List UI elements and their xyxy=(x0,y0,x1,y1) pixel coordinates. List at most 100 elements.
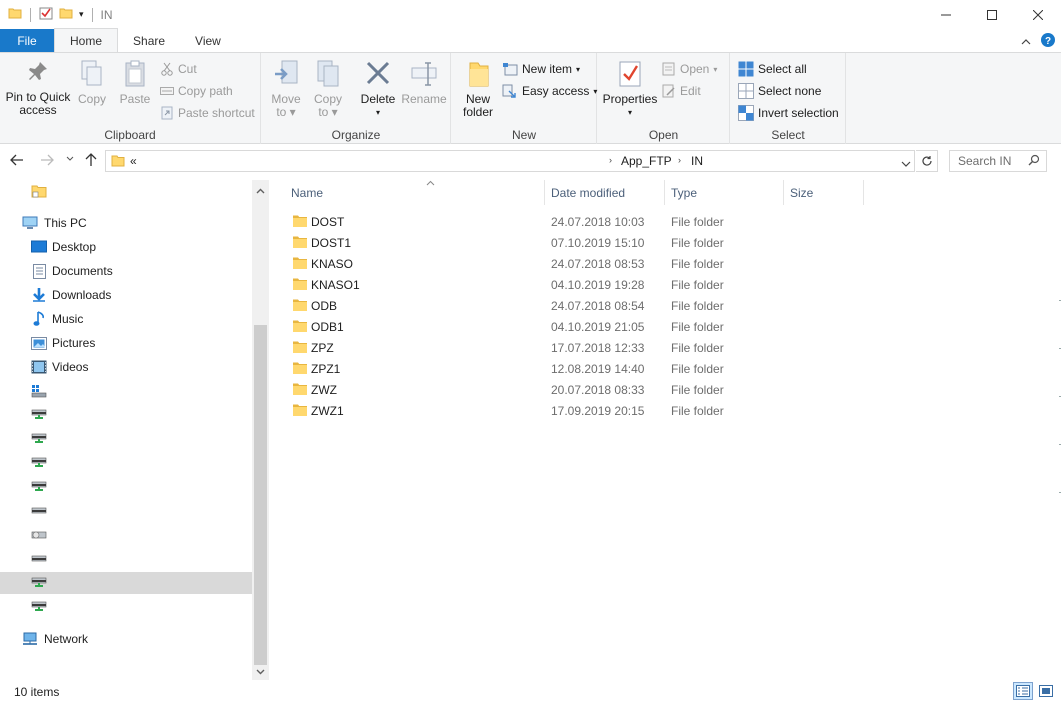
open-button[interactable]: Open ▾ xyxy=(662,60,717,78)
file-type: File folder xyxy=(671,214,724,229)
clipboard-group: Pin to Quick access Copy Paste Cut Copy … xyxy=(0,53,261,144)
search-input[interactable]: Search IN xyxy=(958,154,1011,168)
address-history-button[interactable] xyxy=(901,157,911,171)
close-icon xyxy=(1033,9,1043,20)
breadcrumb-app-ftp[interactable]: App_FTP xyxy=(621,154,672,168)
nav-item-network-drive[interactable] xyxy=(0,404,252,426)
properties-icon xyxy=(619,61,641,87)
nav-pane-scrollbar[interactable] xyxy=(252,180,269,680)
arrow-left-icon xyxy=(10,154,23,166)
table-row[interactable]: ZPZ1 12.08.2019 14:40 File folder xyxy=(285,358,785,379)
properties-checkmark-icon[interactable] xyxy=(39,6,53,23)
easy-access-button[interactable]: Easy access ▾ xyxy=(502,82,597,100)
breadcrumb-in[interactable]: IN xyxy=(691,154,703,168)
delete-x-icon xyxy=(366,61,390,85)
nav-item-quick-access-folder[interactable] xyxy=(0,180,252,202)
tab-view[interactable]: View xyxy=(180,29,236,52)
nav-item-network-drive[interactable] xyxy=(0,428,252,450)
properties-dropdown-icon: ▾ xyxy=(627,108,632,117)
scrollbar-thumb[interactable] xyxy=(254,325,267,665)
new-folder-icon[interactable] xyxy=(59,6,73,23)
table-row[interactable]: ZPZ 17.07.2018 12:33 File folder xyxy=(285,337,785,358)
nav-item-desktop[interactable]: Desktop xyxy=(0,236,252,258)
minimize-button[interactable] xyxy=(923,0,969,29)
scroll-down-button[interactable] xyxy=(252,663,269,680)
pin-to-quick-access-button[interactable]: Pin to Quick access xyxy=(4,59,72,117)
edit-button[interactable]: Edit xyxy=(662,82,701,100)
nav-item-documents[interactable]: Documents xyxy=(0,260,252,282)
nav-item-drive[interactable] xyxy=(0,500,252,522)
large-icons-view-button[interactable] xyxy=(1036,682,1056,700)
help-button[interactable]: ? xyxy=(1041,33,1055,50)
back-button[interactable] xyxy=(10,153,24,169)
forward-button[interactable] xyxy=(40,153,54,169)
chevron-right-icon[interactable]: › xyxy=(609,155,612,165)
table-row[interactable]: KNASO1 04.10.2019 19:28 File folder xyxy=(285,274,785,295)
search-icon[interactable] xyxy=(1028,154,1040,169)
recent-locations-button[interactable] xyxy=(66,154,74,164)
table-row[interactable]: DOST1 07.10.2019 15:10 File folder xyxy=(285,232,785,253)
nav-item-drive[interactable] xyxy=(0,548,252,570)
nav-item-network-drive[interactable] xyxy=(0,596,252,618)
close-button[interactable] xyxy=(1015,0,1061,29)
select-all-button[interactable]: Select all xyxy=(738,60,807,78)
select-none-button[interactable]: Select none xyxy=(738,82,821,100)
table-row[interactable]: ODB1 04.10.2019 21:05 File folder xyxy=(285,316,785,337)
file-type: File folder xyxy=(671,382,724,397)
chevron-right-icon[interactable]: › xyxy=(678,155,681,165)
move-to-button[interactable]: Move to ▾ xyxy=(268,59,304,119)
paste-shortcut-button[interactable]: Paste shortcut xyxy=(160,104,255,122)
collapse-ribbon-button[interactable] xyxy=(1021,35,1031,49)
rename-button[interactable]: Rename xyxy=(401,59,447,106)
nav-item-pictures[interactable]: Pictures xyxy=(0,332,252,354)
nav-item-downloads[interactable]: Downloads xyxy=(0,284,252,306)
details-view-button[interactable] xyxy=(1013,682,1033,700)
table-row[interactable]: DOST 24.07.2018 10:03 File folder xyxy=(285,211,785,232)
search-box[interactable]: Search IN xyxy=(949,150,1047,172)
maximize-button[interactable] xyxy=(969,0,1015,29)
window-controls xyxy=(923,0,1061,29)
cut-button[interactable]: Cut xyxy=(160,60,197,78)
column-header-date-modified[interactable]: Date modified xyxy=(545,180,665,205)
nav-item-network-drive-selected[interactable] xyxy=(0,572,252,594)
nav-item-drive[interactable] xyxy=(0,524,252,546)
refresh-button[interactable] xyxy=(916,150,938,172)
qat-dropdown-icon[interactable]: ▾ xyxy=(79,9,84,20)
copy-to-button[interactable]: Copy to ▾ xyxy=(310,59,346,119)
column-header-type[interactable]: Type xyxy=(665,180,784,205)
nav-item-this-pc[interactable]: This PC xyxy=(0,212,252,234)
videos-label: Videos xyxy=(52,360,89,374)
breadcrumb-overflow[interactable]: « xyxy=(130,154,137,168)
nav-item-network-drive[interactable] xyxy=(0,452,252,474)
file-date-modified: 04.10.2019 21:05 xyxy=(551,319,645,334)
tab-file[interactable]: File xyxy=(0,29,54,52)
file-type: File folder xyxy=(671,340,724,355)
sort-ascending-icon xyxy=(426,178,435,189)
invert-selection-button[interactable]: Invert selection xyxy=(738,104,839,122)
table-row[interactable]: ZWZ1 17.09.2019 20:15 File folder xyxy=(285,400,785,421)
table-row[interactable]: KNASO 24.07.2018 08:53 File folder xyxy=(285,253,785,274)
file-name: DOST1 xyxy=(311,235,352,250)
scroll-up-button[interactable] xyxy=(252,182,269,199)
column-header-name[interactable]: Name xyxy=(285,180,545,205)
table-row[interactable]: ODB 24.07.2018 08:54 File folder xyxy=(285,295,785,316)
new-folder-button[interactable]: New folder xyxy=(458,59,498,119)
nav-item-network[interactable]: Network xyxy=(0,628,252,650)
properties-button[interactable]: Properties ▾ xyxy=(602,59,658,119)
hard-drive-icon xyxy=(31,552,47,566)
copy-button[interactable]: Copy xyxy=(76,59,108,106)
tab-home[interactable]: Home xyxy=(54,28,119,52)
address-bar[interactable]: « › App_FTP › IN xyxy=(105,150,915,172)
nav-item-network-drive[interactable] xyxy=(0,476,252,498)
nav-item-music[interactable]: Music xyxy=(0,308,252,330)
up-button[interactable] xyxy=(85,153,97,170)
tab-share[interactable]: Share xyxy=(118,29,180,52)
new-item-button[interactable]: New item ▾ xyxy=(502,60,580,78)
nav-item-drive[interactable] xyxy=(0,380,252,402)
table-row[interactable]: ZWZ 20.07.2018 08:33 File folder xyxy=(285,379,785,400)
nav-item-videos[interactable]: Videos xyxy=(0,356,252,378)
column-header-size[interactable]: Size xyxy=(784,180,864,205)
delete-button[interactable]: Delete ▾ xyxy=(358,59,398,119)
copy-path-button[interactable]: Copy path xyxy=(160,82,233,100)
paste-button[interactable]: Paste xyxy=(118,59,152,106)
